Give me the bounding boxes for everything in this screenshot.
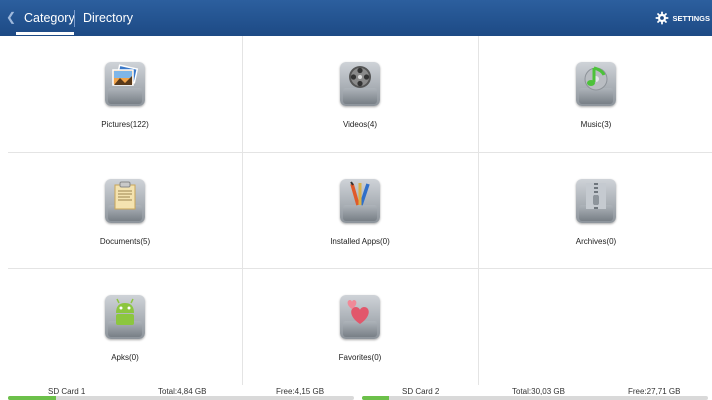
zipper-icon xyxy=(576,179,616,223)
category-favorites[interactable]: Favorites(0) xyxy=(243,269,477,385)
tab-category[interactable]: Category xyxy=(24,11,75,25)
sd-card-2-usage-fill xyxy=(362,396,389,400)
sd-card-1-name: SD Card 1 xyxy=(48,387,86,396)
category-label: Apks(0) xyxy=(111,353,139,362)
sd-card-2-usage-bar xyxy=(362,396,708,400)
settings-button[interactable]: SETTINGS xyxy=(655,11,710,25)
category-pictures[interactable]: Pictures(122) xyxy=(8,36,242,152)
category-label: Videos(4) xyxy=(342,120,378,129)
category-grid: Pictures(122) Videos(4) Music(3) Documen… xyxy=(8,36,712,385)
sd-card-2-free: Free:27,71 GB xyxy=(628,387,681,396)
category-archives[interactable]: Archives(0) xyxy=(479,153,712,269)
music-note-icon xyxy=(576,62,616,106)
tab-directory[interactable]: Directory xyxy=(83,11,133,25)
category-label: Favorites(0) xyxy=(338,353,382,362)
document-icon xyxy=(105,179,145,223)
category-apks[interactable]: Apks(0) xyxy=(8,269,242,385)
top-bar: ❮ Category Directory SETTINGS xyxy=(0,0,712,36)
settings-label: SETTINGS xyxy=(672,13,710,23)
category-videos[interactable]: Videos(4) xyxy=(243,36,477,152)
category-label: Archives(0) xyxy=(575,237,617,246)
tab-divider xyxy=(74,10,75,27)
sd-card-2-total: Total:30,03 GB xyxy=(512,387,565,396)
category-music[interactable]: Music(3) xyxy=(479,36,712,152)
gear-icon xyxy=(656,11,669,25)
hearts-icon xyxy=(340,295,380,339)
pencils-icon xyxy=(340,179,380,223)
android-icon xyxy=(105,295,145,339)
category-documents[interactable]: Documents(5) xyxy=(8,153,242,269)
back-chevron-icon[interactable]: ❮ xyxy=(6,10,16,24)
sd-card-1-usage-fill xyxy=(8,396,57,400)
category-label: Music(3) xyxy=(580,120,612,129)
sd-card-1-usage-bar xyxy=(8,396,354,400)
sd-card-2-name: SD Card 2 xyxy=(402,387,440,396)
pictures-icon xyxy=(105,62,145,106)
film-reel-icon xyxy=(340,62,380,106)
category-label: Installed Apps(0) xyxy=(330,237,390,246)
sd-card-1-total: Total:4,84 GB xyxy=(158,387,207,396)
category-label: Documents(5) xyxy=(99,237,151,246)
active-tab-indicator xyxy=(16,32,74,35)
sd-card-1-free: Free:4,15 GB xyxy=(276,387,325,396)
category-installed-apps[interactable]: Installed Apps(0) xyxy=(243,153,477,269)
category-label: Pictures(122) xyxy=(101,120,149,129)
